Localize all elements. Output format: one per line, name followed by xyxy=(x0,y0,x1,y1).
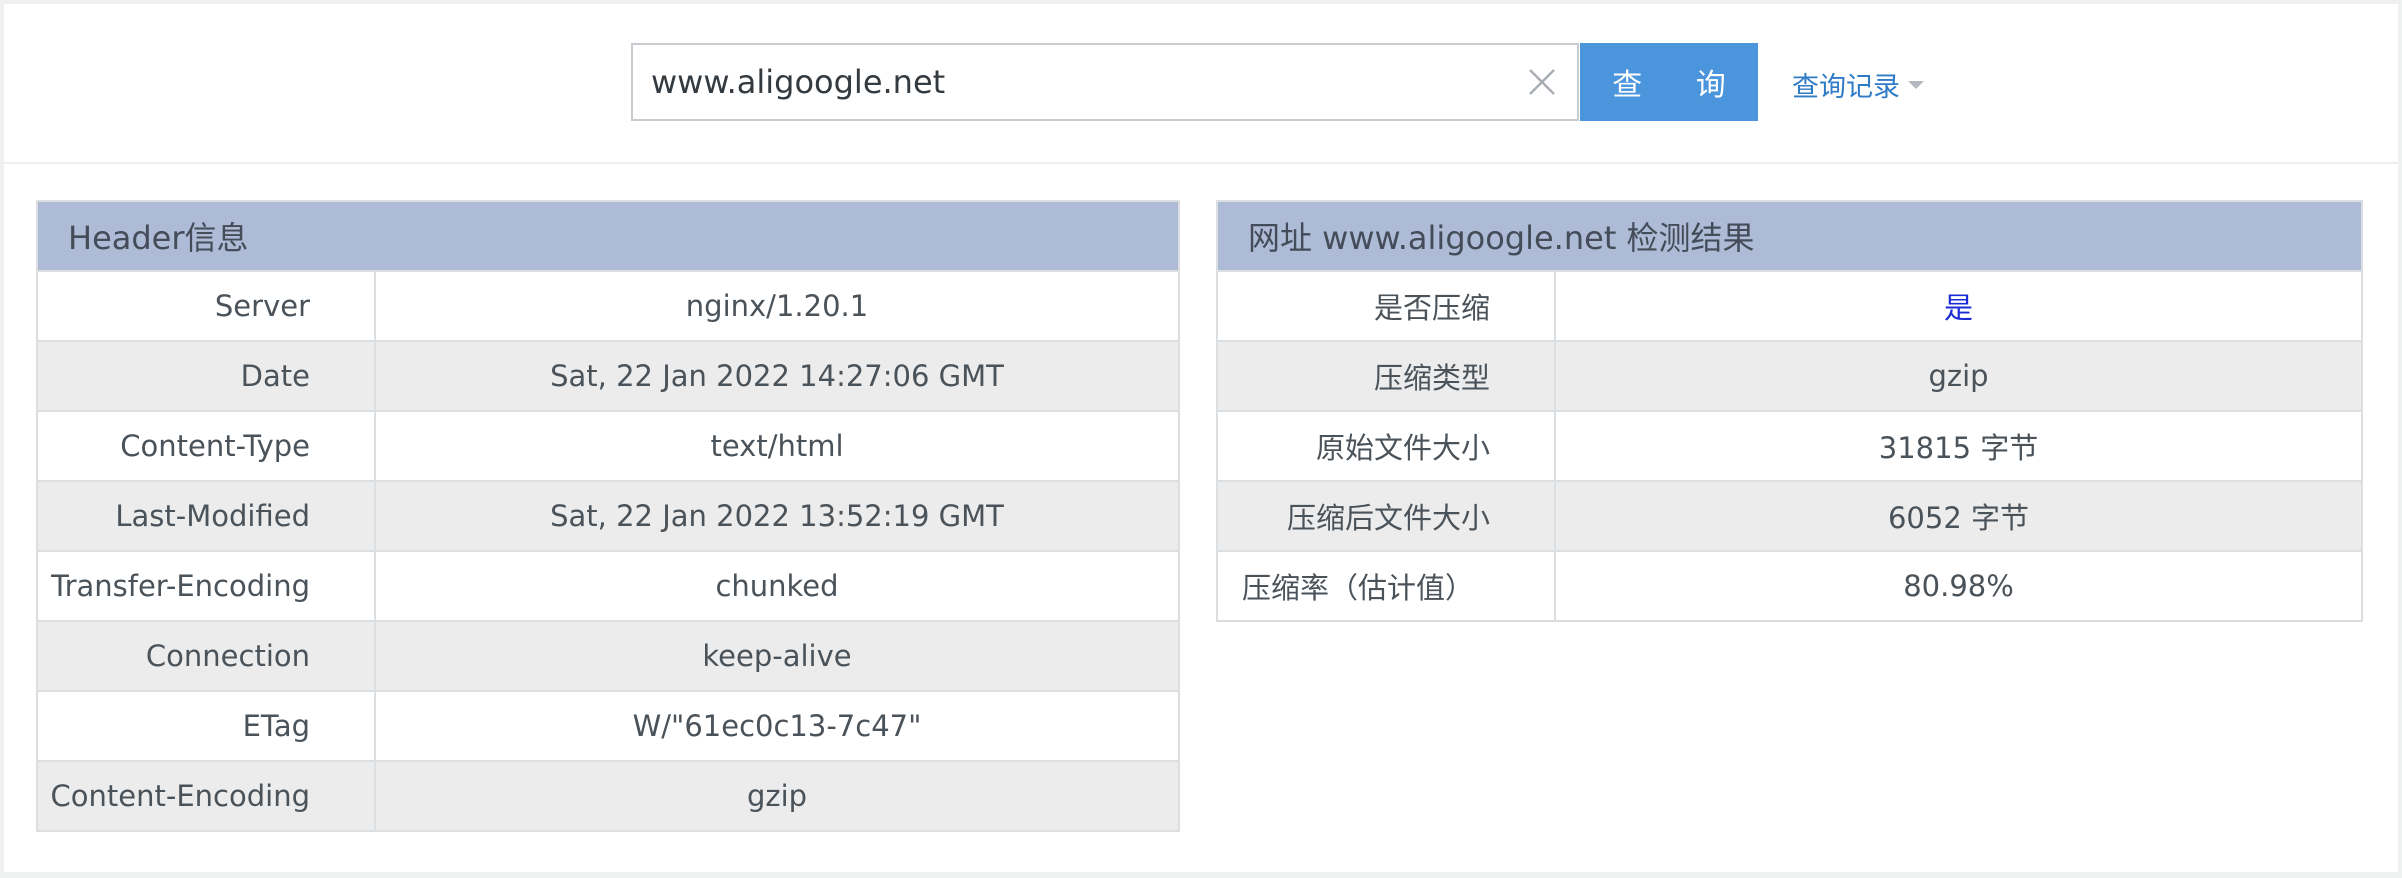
header-value: Sat, 22 Jan 2022 14:27:06 GMT xyxy=(374,340,1180,412)
detection-result-table: 网址 www.aligoogle.net 检测结果 是否压缩 是 压缩类型 gz… xyxy=(1215,200,2364,622)
result-key: 压缩类型 xyxy=(1216,340,1556,412)
result-value: 6052 字节 xyxy=(1553,480,2364,552)
header-value: chunked xyxy=(374,550,1180,622)
table-row: Content-Encoding gzip xyxy=(36,760,1180,832)
header-info-table: Header信息 Server nginx/1.20.1 Date Sat, 2… xyxy=(36,200,1180,832)
result-value: gzip xyxy=(1553,340,2364,412)
table-row: Last-Modified Sat, 22 Jan 2022 13:52:19 … xyxy=(36,480,1180,552)
search-bar: 查 询 查询记录 xyxy=(4,4,2398,164)
search-input[interactable] xyxy=(651,45,1491,119)
search-button[interactable]: 查 询 xyxy=(1580,43,1758,121)
header-key: Content-Encoding xyxy=(36,760,376,832)
result-key: 压缩后文件大小 xyxy=(1216,480,1556,552)
header-value: gzip xyxy=(374,760,1180,832)
table-row: 压缩后文件大小 6052 字节 xyxy=(1216,480,2364,552)
detection-result-title: 网址 www.aligoogle.net 检测结果 xyxy=(1215,200,2364,272)
search-box xyxy=(631,43,1579,121)
result-key: 原始文件大小 xyxy=(1216,410,1556,482)
header-key: Server xyxy=(36,270,376,342)
header-key: Content-Type xyxy=(36,410,376,482)
header-value: keep-alive xyxy=(374,620,1180,692)
search-history-dropdown[interactable]: 查询记录 xyxy=(1792,66,1924,103)
table-row: Server nginx/1.20.1 xyxy=(36,270,1180,342)
table-row: 压缩类型 gzip xyxy=(1216,340,2364,412)
table-row: Connection keep-alive xyxy=(36,620,1180,692)
table-row: Date Sat, 22 Jan 2022 14:27:06 GMT xyxy=(36,340,1180,412)
caret-down-icon xyxy=(1908,81,1924,89)
table-row: Transfer-Encoding chunked xyxy=(36,550,1180,622)
header-value: Sat, 22 Jan 2022 13:52:19 GMT xyxy=(374,480,1180,552)
header-info-title: Header信息 xyxy=(36,200,1180,272)
table-row: 原始文件大小 31815 字节 xyxy=(1216,410,2364,482)
table-row: 压缩率（估计值） 80.98% xyxy=(1216,550,2364,622)
header-key: Last-Modified xyxy=(36,480,376,552)
table-row: Content-Type text/html xyxy=(36,410,1180,482)
header-key: Date xyxy=(36,340,376,412)
header-value: text/html xyxy=(374,410,1180,482)
table-row: 是否压缩 是 xyxy=(1216,270,2364,342)
header-value: W/"61ec0c13-7c47" xyxy=(374,690,1180,762)
result-key: 是否压缩 xyxy=(1216,270,1556,342)
header-key: Connection xyxy=(36,620,376,692)
result-key: 压缩率（估计值） xyxy=(1216,550,1556,622)
result-value: 31815 字节 xyxy=(1553,410,2364,482)
header-key: ETag xyxy=(36,690,376,762)
table-row: ETag W/"61ec0c13-7c47" xyxy=(36,690,1180,762)
close-icon[interactable] xyxy=(1527,67,1557,97)
result-value: 80.98% xyxy=(1553,550,2364,622)
header-value: nginx/1.20.1 xyxy=(374,270,1180,342)
search-history-label: 查询记录 xyxy=(1792,71,1900,103)
header-key: Transfer-Encoding xyxy=(36,550,376,622)
result-value: 是 xyxy=(1553,270,2364,342)
